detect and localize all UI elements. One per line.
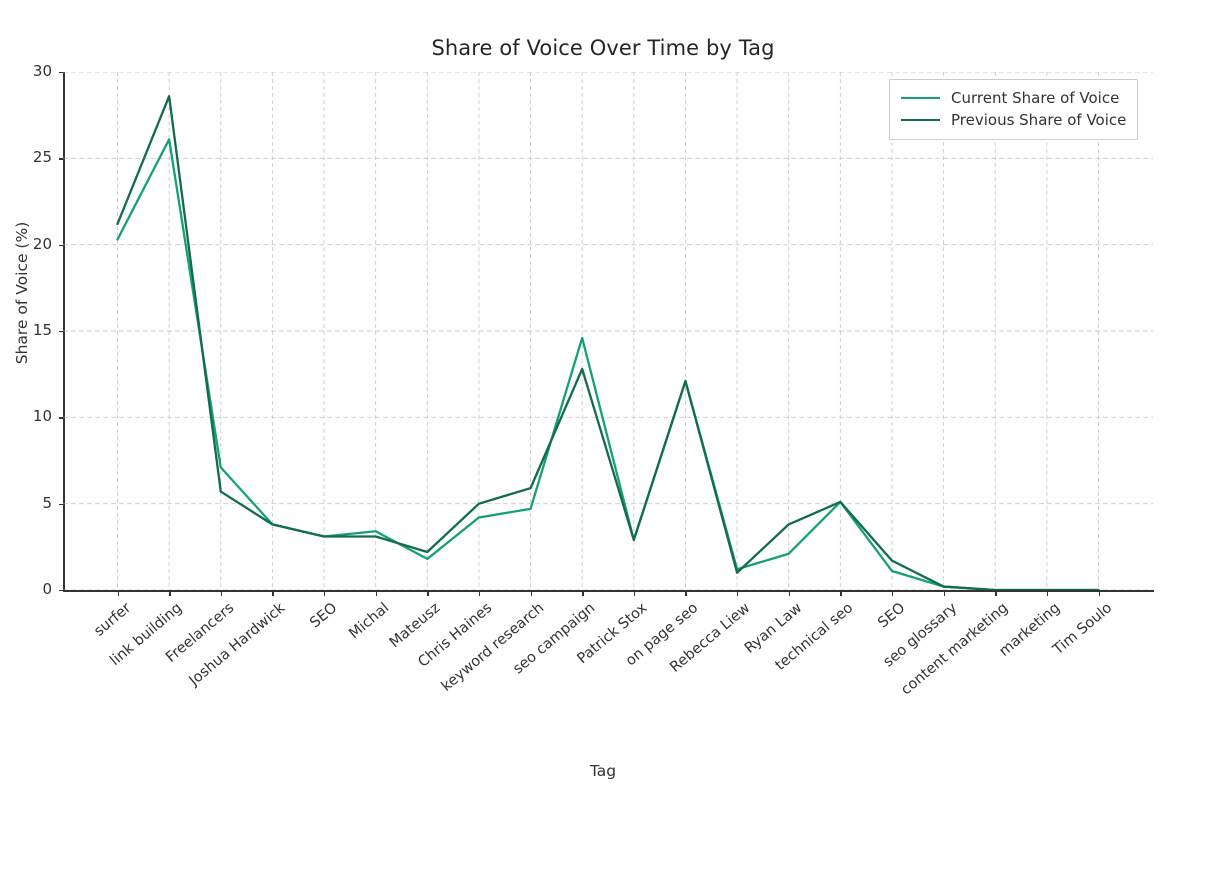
x-tick-mark bbox=[633, 592, 636, 596]
x-tick-mark bbox=[478, 592, 481, 596]
legend-item-previous: Previous Share of Voice bbox=[901, 109, 1126, 131]
chart-figure: Share of Voice Over Time by Tag Share of… bbox=[0, 0, 1206, 801]
series-line bbox=[116, 138, 1100, 590]
chart-title: Share of Voice Over Time by Tag bbox=[431, 36, 775, 60]
x-tick-mark bbox=[1046, 592, 1049, 596]
x-axis-tick-labels: surfer link building Freelancers Joshua Har… bbox=[0, 600, 1206, 750]
x-tick-mark bbox=[427, 592, 429, 596]
x-tick-mark bbox=[530, 592, 532, 596]
series-lines bbox=[116, 95, 1100, 590]
y-tick-label: 10 bbox=[32, 407, 52, 426]
y-tick-label: 5 bbox=[42, 493, 52, 512]
x-tick-mark bbox=[324, 592, 326, 596]
x-tick-mark bbox=[582, 592, 584, 596]
x-tick-mark bbox=[117, 592, 119, 596]
x-tick-mark bbox=[685, 592, 687, 596]
x-tick-mark bbox=[272, 592, 274, 596]
line-chart-svg bbox=[63, 72, 1153, 590]
y-tick-label: 0 bbox=[42, 580, 52, 598]
x-tick-mark bbox=[169, 592, 171, 596]
legend-swatch-current bbox=[901, 97, 940, 99]
y-tick-label: 25 bbox=[32, 148, 52, 167]
y-axis-label: Share of Voice (%) bbox=[13, 221, 31, 365]
x-tick-mark bbox=[788, 592, 791, 596]
legend-swatch-previous bbox=[901, 119, 940, 121]
legend-item-current: Current Share of Voice bbox=[901, 87, 1126, 109]
y-tick-label: 30 bbox=[32, 62, 52, 80]
y-tick-mark bbox=[59, 590, 63, 592]
x-tick-mark bbox=[1098, 592, 1100, 596]
gridlines bbox=[63, 72, 1153, 590]
y-tick-label: 20 bbox=[32, 234, 52, 253]
x-tick-mark bbox=[220, 592, 223, 596]
legend-label-previous: Previous Share of Voice bbox=[951, 111, 1127, 129]
x-tick-mark bbox=[840, 592, 842, 596]
legend-label-current: Current Share of Voice bbox=[951, 89, 1120, 107]
plot-area bbox=[63, 72, 1153, 590]
x-tick-mark bbox=[995, 592, 997, 596]
x-tick-mark bbox=[943, 592, 945, 596]
x-tick-mark bbox=[891, 592, 894, 596]
x-tick-mark bbox=[375, 592, 378, 596]
y-tick-label: 15 bbox=[32, 321, 52, 339]
x-tick-mark bbox=[737, 592, 739, 596]
chart-legend: Current Share of Voice Previous Share of… bbox=[889, 79, 1139, 140]
x-axis-spine bbox=[63, 590, 1154, 592]
